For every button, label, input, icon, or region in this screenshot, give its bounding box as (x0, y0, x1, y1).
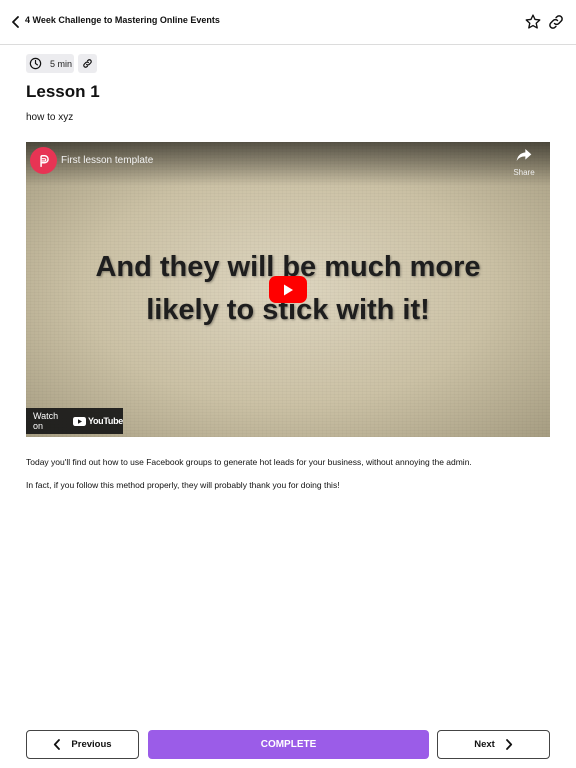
link-icon (83, 59, 92, 68)
lesson-paragraph: In fact, if you follow this method prope… (26, 480, 340, 490)
youtube-logo: YouTube (72, 416, 123, 426)
link-icon (549, 15, 563, 29)
video-share-button[interactable]: Share (510, 148, 538, 178)
next-button[interactable]: Next (437, 730, 550, 759)
play-icon (284, 284, 293, 295)
complete-label: COMPLETE (260, 739, 317, 750)
channel-logo-icon (39, 154, 49, 167)
next-label: Next (474, 739, 495, 750)
chevron-left-icon (12, 16, 19, 28)
youtube-wordmark: YouTube (87, 416, 123, 426)
course-title: 4 Week Challenge to Mastering Online Eve… (25, 15, 220, 25)
previous-label: Previous (71, 739, 112, 750)
back-button[interactable] (8, 13, 24, 31)
clock-icon (29, 57, 42, 70)
lesson-subtitle: how to xyz (26, 112, 74, 123)
youtube-play-icon (72, 416, 86, 426)
complete-button[interactable]: COMPLETE (148, 730, 429, 759)
chevron-left-icon (54, 739, 61, 750)
lesson-meta: 5 min (26, 54, 97, 73)
watch-on-label: Watch on (33, 411, 59, 431)
video-player[interactable]: First lesson template Share And they wil… (26, 142, 550, 437)
watch-on-youtube-button[interactable]: Watch on YouTube (26, 408, 123, 434)
share-label: Share (513, 168, 535, 177)
star-icon (525, 14, 541, 29)
share-arrow-icon (516, 149, 532, 161)
duration-text: 5 min (50, 58, 73, 69)
duration-chip: 5 min (26, 54, 74, 73)
top-bar: 4 Week Challenge to Mastering Online Eve… (0, 0, 576, 45)
video-title[interactable]: First lesson template (61, 155, 153, 166)
play-button[interactable] (269, 276, 307, 303)
channel-avatar[interactable] (30, 147, 57, 174)
copy-link-button[interactable] (547, 13, 565, 31)
chevron-right-icon (505, 739, 512, 750)
lesson-link-button[interactable] (78, 54, 97, 73)
lesson-title: Lesson 1 (26, 82, 100, 101)
previous-button[interactable]: Previous (26, 730, 139, 759)
favorite-button[interactable] (524, 13, 542, 31)
lesson-paragraph: Today you'll find out how to use Faceboo… (26, 457, 472, 467)
lesson-navigation: Previous COMPLETE Next (0, 730, 576, 760)
